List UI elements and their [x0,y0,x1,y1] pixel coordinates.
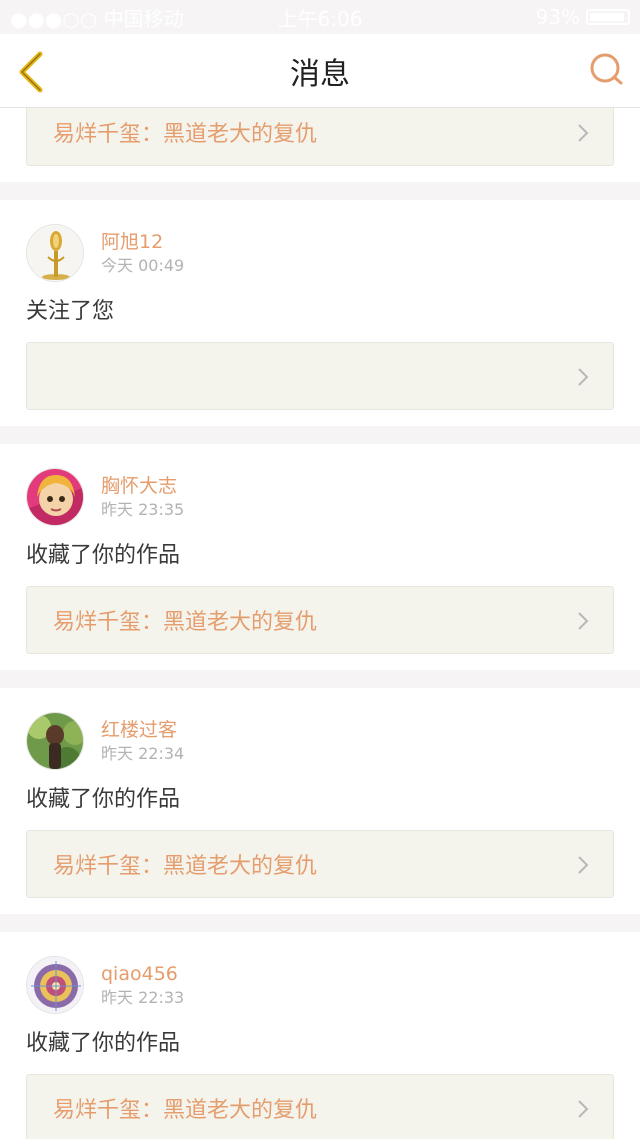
message-card: 阿旭12 今天 00:49 关注了您 [0,200,640,426]
search-button[interactable] [586,50,626,90]
message-card: 易烊千玺：黑道老大的复仇 [0,108,640,182]
clock: 上午6:06 [277,6,363,31]
avatar[interactable] [26,468,84,526]
work-link[interactable]: 易烊千玺：黑道老大的复仇 [26,1074,614,1139]
status-bar: ●●●○○ 中国移动 上午6:06 93% [0,0,640,34]
work-title: 易烊千玺：黑道老大的复仇 [53,1098,318,1123]
back-button[interactable] [14,50,54,94]
username[interactable]: 红楼过客 [101,718,184,742]
message-feed[interactable]: 易烊千玺：黑道老大的复仇 阿旭12 今天 00:49 关注了您 胸怀大志 昨天 … [0,108,640,1139]
username[interactable]: 阿旭12 [101,230,184,254]
action-text: 收藏了你的作品 [26,787,181,812]
search-icon [590,53,623,85]
chevron-right-icon [578,612,589,630]
chevron-right-icon [578,368,589,386]
work-link[interactable]: 易烊千玺：黑道老大的复仇 [26,830,614,898]
avatar[interactable] [26,224,84,282]
chevron-right-icon [578,1100,589,1118]
avatar[interactable] [26,712,84,770]
work-link[interactable] [26,342,614,410]
chevron-left-icon [19,51,43,93]
chevron-right-icon [578,124,589,142]
work-title: 易烊千玺：黑道老大的复仇 [53,854,318,879]
work-title: 易烊千玺：黑道老大的复仇 [53,610,318,635]
message-card: 胸怀大志 昨天 23:35 收藏了你的作品 易烊千玺：黑道老大的复仇 [0,444,640,670]
work-link[interactable]: 易烊千玺：黑道老大的复仇 [26,586,614,654]
battery-icon [586,9,631,25]
timestamp: 昨天 23:35 [101,500,185,519]
action-text: 关注了您 [26,299,115,324]
message-card: 红楼过客 昨天 22:34 收藏了你的作品 易烊千玺：黑道老大的复仇 [0,688,640,914]
timestamp: 昨天 22:34 [101,744,185,763]
action-text: 收藏了你的作品 [26,543,181,568]
username[interactable]: qiao456 [101,962,184,986]
timestamp: 今天 00:49 [101,256,185,275]
timestamp: 昨天 22:33 [101,988,185,1007]
work-title: 易烊千玺：黑道老大的复仇 [53,122,318,147]
action-text: 收藏了你的作品 [26,1031,181,1056]
battery-percent: 93% [535,5,581,29]
page-title: 消息 [290,56,350,92]
nav-bar: 消息 [0,34,640,108]
work-link[interactable]: 易烊千玺：黑道老大的复仇 [26,108,614,166]
chevron-right-icon [578,856,589,874]
avatar[interactable] [26,956,84,1014]
carrier-label: ●●●○○ 中国移动 [10,6,184,31]
message-card: qiao456 昨天 22:33 收藏了你的作品 易烊千玺：黑道老大的复仇 [0,932,640,1139]
username[interactable]: 胸怀大志 [101,474,184,498]
